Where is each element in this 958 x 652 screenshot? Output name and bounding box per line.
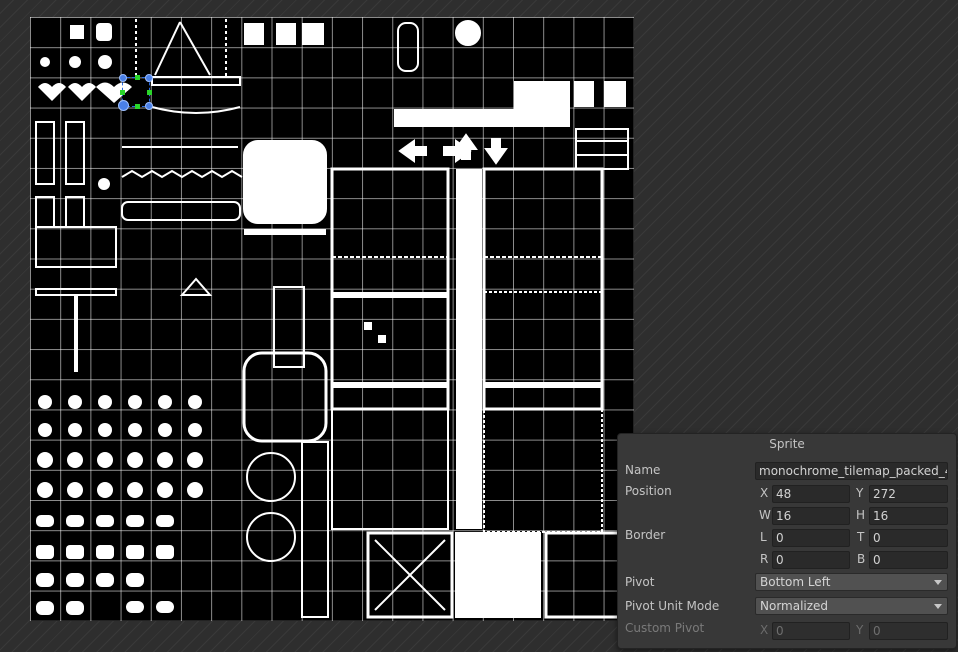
- custom-pivot-y-label: Y: [856, 623, 864, 637]
- selected-sprite-rect[interactable]: [118, 74, 153, 111]
- border-b-label: B: [857, 552, 866, 566]
- pivot-unit-mode-label: Pivot Unit Mode: [625, 599, 720, 613]
- height-label: H: [856, 508, 866, 522]
- sprite-sheet-canvas[interactable]: [30, 17, 634, 621]
- border-label: Border: [625, 528, 666, 542]
- position-x-label: X: [760, 486, 769, 500]
- edge-handle-right[interactable]: [147, 90, 152, 95]
- border-r-label: R: [760, 552, 769, 566]
- position-x-field[interactable]: 48: [772, 485, 850, 503]
- custom-pivot-x-label: X: [760, 623, 769, 637]
- chevron-down-icon: [934, 604, 942, 609]
- border-l-field[interactable]: 0: [772, 529, 850, 547]
- resize-handle-top-right[interactable]: [145, 74, 153, 82]
- resize-handle-bottom-right[interactable]: [145, 102, 153, 110]
- name-label: Name: [625, 463, 661, 477]
- position-y-label: Y: [856, 486, 864, 500]
- border-t-field[interactable]: 0: [869, 529, 948, 547]
- custom-pivot-label: Custom Pivot: [625, 621, 705, 635]
- width-field[interactable]: 16: [772, 507, 850, 525]
- position-y-field[interactable]: 272: [869, 485, 948, 503]
- edge-handle-left[interactable]: [120, 90, 125, 95]
- resize-handle-top-left[interactable]: [119, 74, 127, 82]
- pivot-dropdown[interactable]: Bottom Left: [755, 573, 948, 591]
- pivot-unit-mode-value: Normalized: [760, 599, 829, 613]
- pivot-value: Bottom Left: [760, 575, 831, 589]
- border-l-label: L: [760, 530, 767, 544]
- edge-handle-bottom[interactable]: [135, 104, 140, 109]
- panel-title: Sprite: [769, 437, 805, 451]
- border-t-label: T: [857, 530, 865, 544]
- pivot-label: Pivot: [625, 575, 655, 589]
- height-field[interactable]: 16: [869, 507, 948, 525]
- border-r-field[interactable]: 0: [772, 551, 850, 569]
- custom-pivot-x-field: 0: [772, 622, 850, 640]
- resize-handle-bottom-left[interactable]: [118, 100, 129, 111]
- pivot-unit-mode-dropdown[interactable]: Normalized: [755, 597, 948, 615]
- custom-pivot-y-field: 0: [869, 622, 948, 640]
- border-b-field[interactable]: 0: [869, 551, 948, 569]
- sprite-inspector-panel: Sprite Name monochrome_tilemap_packed_43…: [617, 433, 957, 649]
- edge-handle-top[interactable]: [135, 75, 140, 80]
- width-label: W: [759, 508, 771, 522]
- position-label: Position: [625, 484, 672, 498]
- chevron-down-icon: [934, 580, 942, 585]
- name-field[interactable]: monochrome_tilemap_packed_43: [755, 462, 948, 480]
